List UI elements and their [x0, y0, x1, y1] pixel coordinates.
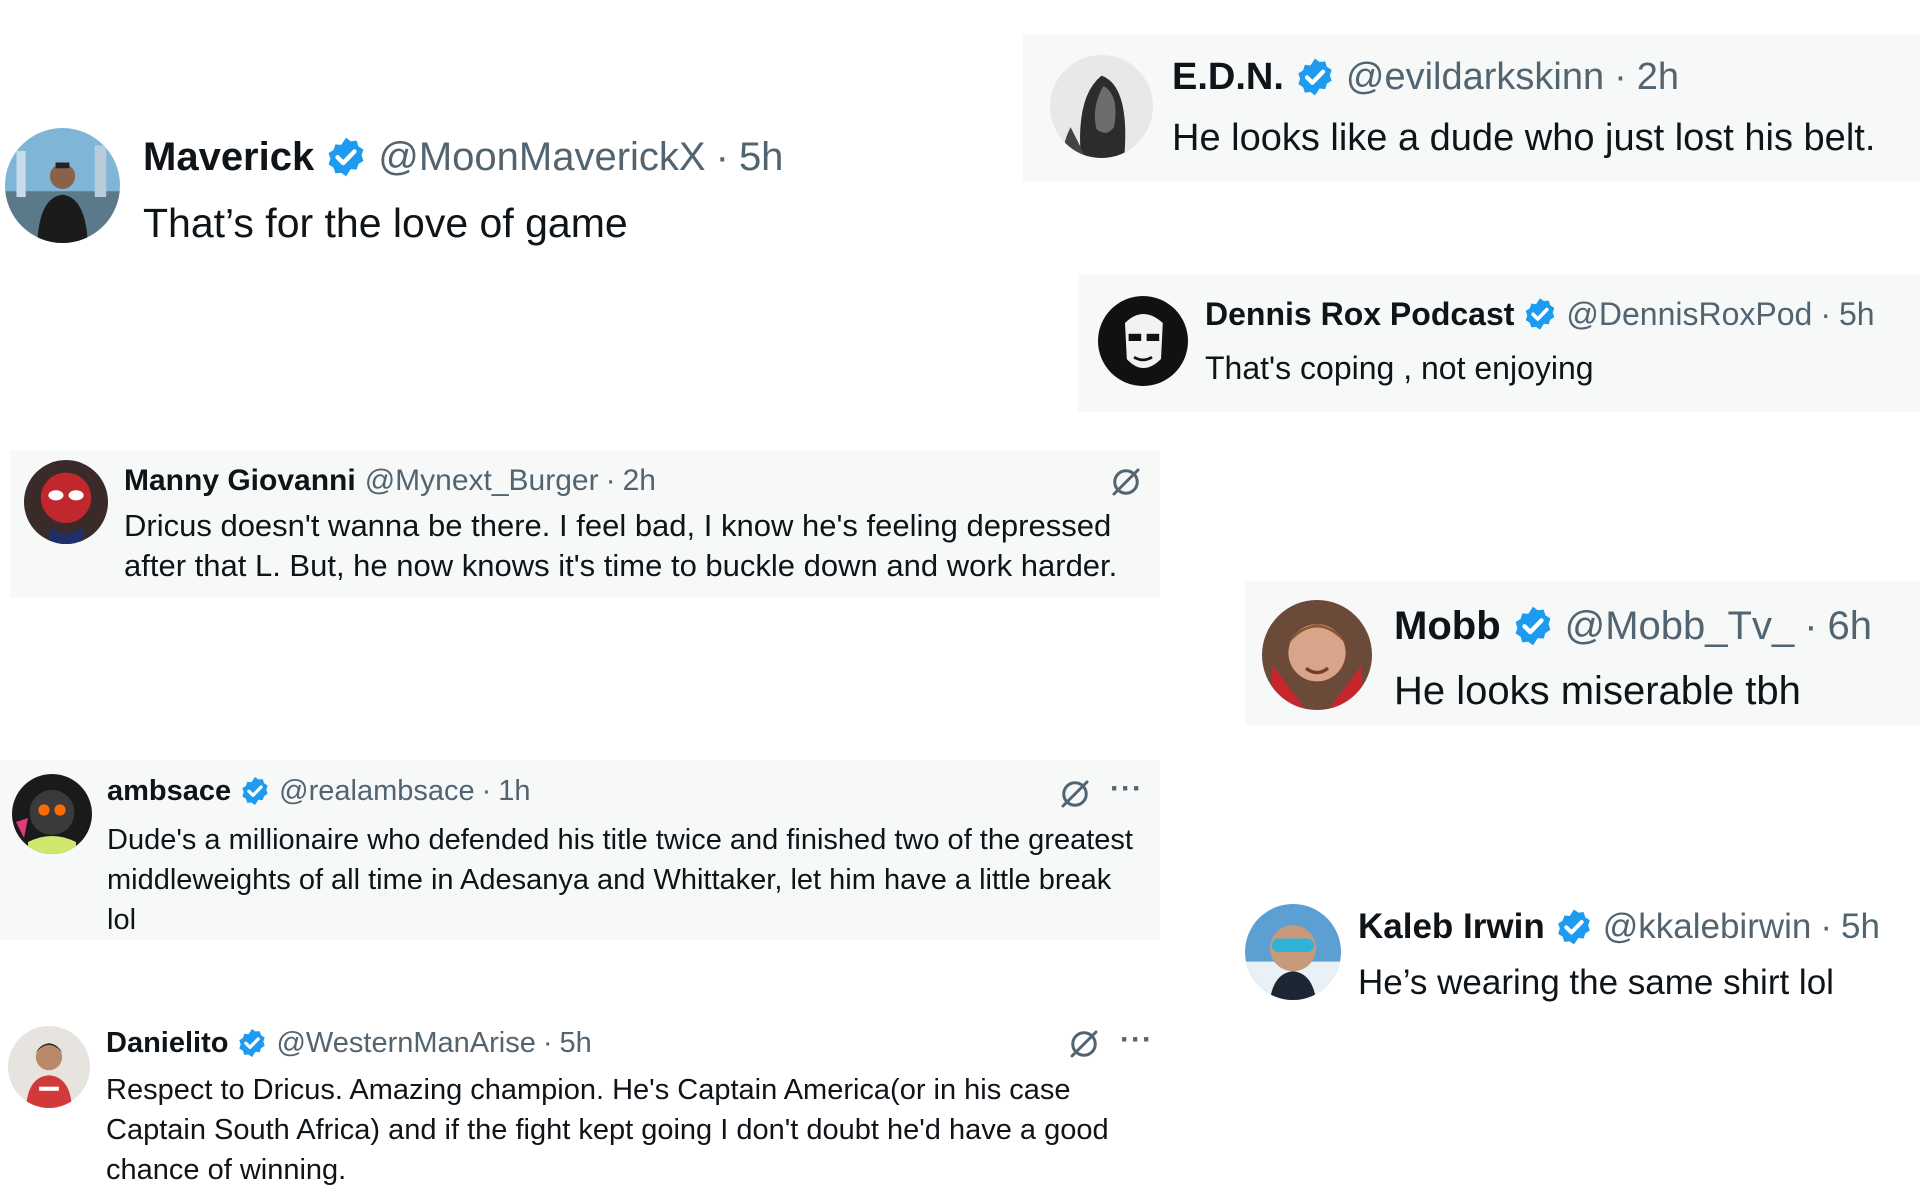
grok-icon[interactable] [1106, 462, 1146, 502]
verified-badge-icon [1511, 604, 1555, 648]
grok-icon[interactable] [1064, 1024, 1104, 1064]
avatar[interactable] [12, 774, 92, 854]
timestamp[interactable]: 5h [560, 1027, 592, 1060]
avatar[interactable] [5, 128, 120, 243]
avatar[interactable] [8, 1026, 90, 1108]
separator-dot: · [1804, 603, 1818, 648]
tweet-header: Maverick @MoonMaverickX · 5h [143, 132, 783, 182]
tweet-header: Kaleb Irwin @kkalebirwin · 5h [1358, 906, 1880, 948]
tweet-card: Mobb @Mobb_Tv_ · 6h He looks miserable t… [1245, 581, 1920, 725]
display-name[interactable]: E.D.N. [1172, 56, 1284, 99]
separator-dot: · [1820, 907, 1833, 946]
avatar[interactable] [1245, 904, 1341, 1000]
tweet-text: Dude's a millionaire who defended his ti… [107, 824, 1133, 937]
handle[interactable]: @MoonMaverickX [378, 135, 705, 180]
tweet-header: Manny Giovanni @Mynext_Burger · 2h [124, 462, 656, 500]
avatar[interactable] [1098, 296, 1188, 386]
verified-badge-icon [236, 1027, 268, 1059]
handle[interactable]: @Mynext_Burger [365, 464, 599, 498]
display-name[interactable]: Kaleb Irwin [1358, 907, 1545, 947]
handle[interactable]: @evildarkskinn [1346, 56, 1604, 99]
tweet-card: Kaleb Irwin @kkalebirwin · 5h He’s weari… [1240, 890, 1920, 1020]
timestamp[interactable]: 2h [623, 464, 656, 498]
tweet-header: ambsace @realambsace · 1h [107, 773, 531, 809]
tweet-card: Dennis Rox Podcast @DennisRoxPod · 5h Th… [1078, 274, 1920, 412]
handle[interactable]: @DennisRoxPod [1566, 296, 1812, 333]
tweet-card: Maverick @MoonMaverickX · 5h That’s for … [0, 120, 880, 260]
timestamp[interactable]: 1h [498, 775, 530, 808]
handle[interactable]: @realambsace [279, 775, 474, 808]
display-name[interactable]: Dennis Rox Podcast [1205, 296, 1514, 333]
avatar[interactable] [1262, 600, 1372, 710]
tweet-card: E.D.N. @evildarkskinn · 2h He looks like… [1023, 34, 1920, 182]
tweet-text: That’s for the love of game [143, 200, 628, 246]
avatar[interactable] [24, 460, 108, 544]
verified-badge-icon [324, 135, 368, 179]
tweet-text: He looks like a dude who just lost his b… [1172, 117, 1876, 159]
display-name[interactable]: Mobb [1394, 604, 1501, 649]
tweet-header: E.D.N. @evildarkskinn · 2h [1172, 54, 1679, 100]
separator-dot: · [715, 134, 729, 179]
tweet-text: He looks miserable tbh [1394, 669, 1801, 713]
tweet-text: Respect to Dricus. Amazing champion. He'… [106, 1074, 1109, 1187]
timestamp[interactable]: 6h [1828, 604, 1873, 649]
timestamp[interactable]: 5h [1839, 296, 1875, 333]
display-name[interactable]: Maverick [143, 135, 314, 180]
grok-icon[interactable] [1055, 774, 1095, 814]
tweet-header: Mobb @Mobb_Tv_ · 6h [1394, 601, 1872, 651]
more-options-icon[interactable]: ··· [1110, 772, 1143, 806]
tweet-text: Dricus doesn't wanna be there. I feel ba… [124, 508, 1118, 584]
verified-badge-icon [239, 775, 271, 807]
handle[interactable]: @Mobb_Tv_ [1565, 604, 1795, 649]
tweet-card: Danielito @WesternManArise · 5h ··· Resp… [0, 1010, 1170, 1200]
timestamp[interactable]: 5h [739, 135, 784, 180]
tweet-header: Danielito @WesternManArise · 5h [106, 1025, 592, 1061]
timestamp[interactable]: 5h [1841, 907, 1880, 947]
separator-dot: · [481, 774, 492, 807]
timestamp[interactable]: 2h [1637, 56, 1679, 99]
verified-badge-icon [1294, 56, 1336, 98]
separator-dot: · [542, 1026, 553, 1059]
tweet-card: ambsace @realambsace · 1h ··· Dude's a m… [0, 760, 1160, 940]
display-name[interactable]: Danielito [106, 1027, 228, 1060]
handle[interactable]: @kkalebirwin [1603, 907, 1812, 947]
tweet-card: Manny Giovanni @Mynext_Burger · 2h Dricu… [10, 450, 1160, 598]
more-options-icon[interactable]: ··· [1120, 1023, 1153, 1057]
separator-dot: · [605, 464, 616, 497]
verified-badge-icon [1554, 907, 1594, 947]
tweet-text: He’s wearing the same shirt lol [1358, 963, 1834, 1002]
avatar[interactable] [1050, 55, 1153, 158]
tweet-header: Dennis Rox Podcast @DennisRoxPod · 5h [1205, 294, 1875, 334]
verified-badge-icon [1522, 296, 1558, 332]
handle[interactable]: @WesternManArise [276, 1027, 535, 1060]
display-name[interactable]: ambsace [107, 775, 231, 808]
separator-dot: · [1614, 55, 1627, 98]
display-name[interactable]: Manny Giovanni [124, 464, 356, 498]
tweet-text: That's coping , not enjoying [1205, 350, 1594, 386]
separator-dot: · [1820, 295, 1831, 332]
